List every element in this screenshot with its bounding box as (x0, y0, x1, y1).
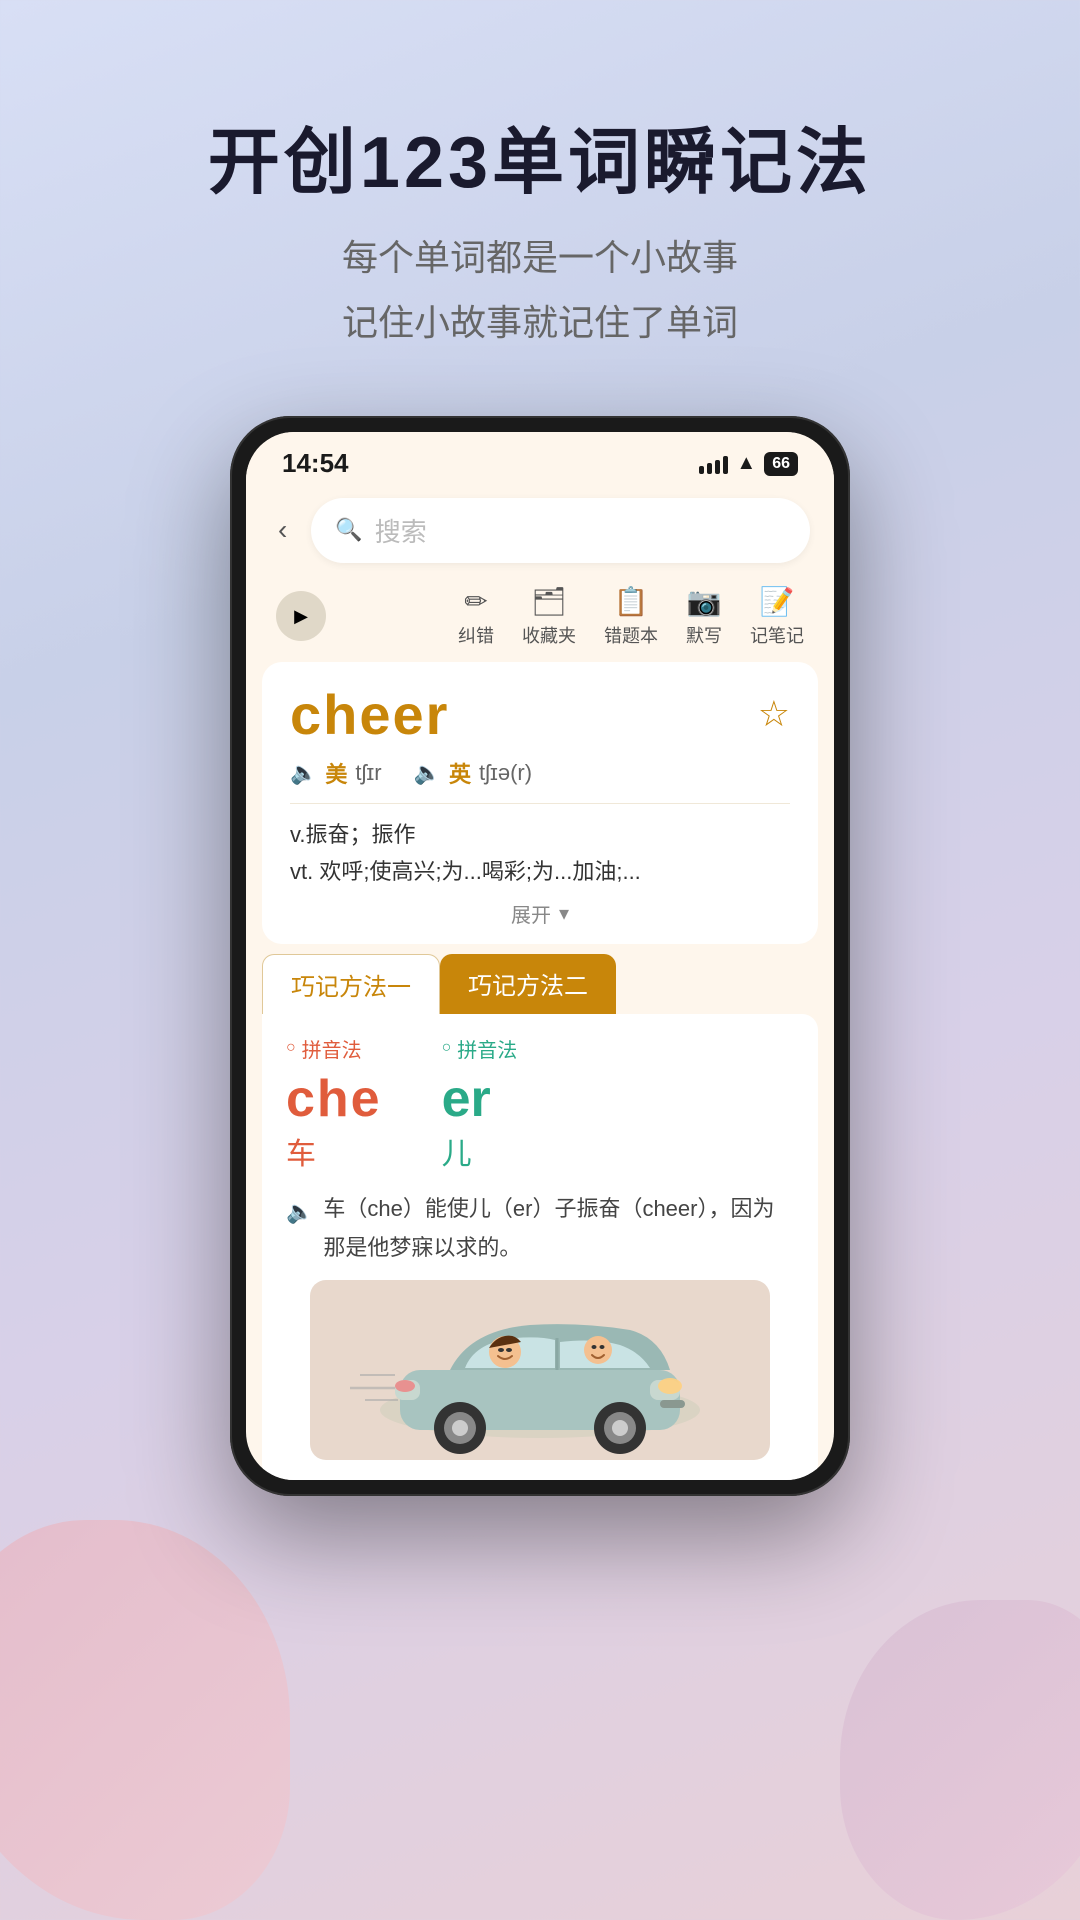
pinyin-syllable-che: che (286, 1069, 382, 1129)
wifi-icon: ▲ (736, 452, 756, 475)
toolbar-item-mistakes[interactable]: 📋 错题本 (604, 585, 658, 648)
memory-sentence: 🔈 车（che）能使儿（er）子振奋（cheer），因为那是他梦寐以求的。 (286, 1189, 794, 1268)
speaker-uk-icon[interactable]: 🔈 (414, 760, 441, 786)
pron-uk: 🔈 英 tʃɪə(r) (414, 757, 532, 789)
main-title: 开创123单词瞬记法 (0, 120, 1080, 206)
toolbar-item-correct[interactable]: ✏ 纠错 (458, 585, 494, 648)
illustration-area (310, 1280, 770, 1460)
pron-uk-label: 英 (449, 757, 471, 789)
play-icon: ▶ (294, 606, 308, 627)
header-section: 开创123单词瞬记法 每个单词都是一个小故事 记住小故事就记住了单词 (0, 0, 1080, 396)
toolbar-label-dictation: 默写 (686, 622, 722, 648)
signal-bars-icon (699, 454, 728, 474)
bg-decoration-left (0, 1520, 290, 1920)
toolbar: ▶ ✏ 纠错 🗂 收藏夹 📋 错题本 (246, 577, 834, 662)
toolbar-item-notes[interactable]: 📝 记笔记 (750, 585, 804, 648)
tab-method-one[interactable]: 巧记方法一 (262, 954, 440, 1014)
speaker-sentence-icon[interactable]: 🔈 (286, 1192, 313, 1232)
toolbar-label-favorites: 收藏夹 (522, 622, 576, 648)
toolbar-item-dictation[interactable]: 📷 默写 (686, 585, 722, 648)
pinyin-group-che: 拼音法 che 车 (286, 1034, 382, 1173)
pinyin-chinese-che: 车 (286, 1129, 316, 1173)
pinyin-row: 拼音法 che 车 拼音法 er 儿 (286, 1034, 794, 1173)
definition-line2: vt. 欢呼;使高兴;为...喝彩;为...加油;... (290, 853, 790, 890)
memory-card: 拼音法 che 车 拼音法 er 儿 (262, 1014, 818, 1480)
tab-method-two[interactable]: 巧记方法二 (440, 954, 616, 1014)
signal-bar-2 (707, 463, 712, 474)
search-area: ‹ 🔍 搜索 (246, 488, 834, 577)
status-bar: 14:54 ▲ 66 (246, 432, 834, 488)
toolbar-items: ✏ 纠错 🗂 收藏夹 📋 错题本 📷 默写 (342, 585, 804, 648)
pron-us: 🔈 美 tʃɪr (290, 757, 382, 789)
toolbar-label-mistakes: 错题本 (604, 622, 658, 648)
favorites-icon: 🗂 (531, 585, 567, 618)
back-button[interactable]: ‹ (270, 506, 295, 554)
correct-icon: ✏ (464, 585, 487, 618)
expand-button[interactable]: 展开 ▾ (290, 899, 790, 928)
tabs-section: 巧记方法一 巧记方法二 (262, 954, 818, 1014)
subtitle-line2: 记住小故事就记住了单词 (0, 291, 1080, 356)
toolbar-item-favorites[interactable]: 🗂 收藏夹 (522, 585, 576, 648)
pronunciation-row: 🔈 美 tʃɪr 🔈 英 tʃɪə(r) (290, 757, 790, 789)
definition-line1: v.振奋；振作 (290, 816, 790, 853)
search-bar[interactable]: 🔍 搜索 (311, 498, 810, 563)
word-header: cheer ☆ (290, 682, 790, 747)
status-time: 14:54 (282, 448, 349, 479)
phone-mockup: 14:54 ▲ 66 ‹ 🔍 (230, 416, 850, 1496)
signal-bar-3 (715, 460, 720, 474)
phone-container: 14:54 ▲ 66 ‹ 🔍 (0, 416, 1080, 1496)
pinyin-label-che: 拼音法 (286, 1034, 362, 1063)
chevron-down-icon: ▾ (559, 901, 569, 926)
signal-bar-1 (699, 466, 704, 474)
speaker-us-icon[interactable]: 🔈 (290, 760, 317, 786)
bg-decoration-right (840, 1600, 1080, 1920)
mistakes-icon: 📋 (614, 585, 649, 618)
word-title: cheer (290, 682, 449, 747)
search-input[interactable]: 搜索 (375, 512, 427, 549)
pinyin-group-er: 拼音法 er 儿 (442, 1034, 518, 1173)
subtitle-line1: 每个单词都是一个小故事 (0, 226, 1080, 291)
toolbar-label-notes: 记笔记 (750, 622, 804, 648)
battery-icon: 66 (764, 452, 798, 476)
pinyin-chinese-er: 儿 (442, 1129, 472, 1173)
pinyin-label-er: 拼音法 (442, 1034, 518, 1063)
subtitle: 每个单词都是一个小故事 记住小故事就记住了单词 (0, 226, 1080, 356)
pron-us-label: 美 (325, 757, 347, 789)
notes-icon: 📝 (760, 585, 795, 618)
pron-uk-ipa: tʃɪə(r) (479, 760, 532, 786)
status-icons: ▲ 66 (699, 452, 798, 476)
expand-label: 展开 (511, 899, 551, 928)
phone-screen: 14:54 ▲ 66 ‹ 🔍 (246, 432, 834, 1480)
play-button[interactable]: ▶ (276, 591, 326, 641)
definition-section: v.振奋；振作 vt. 欢呼;使高兴;为...喝彩;为...加油;... 展开 … (290, 803, 790, 928)
dictation-icon: 📷 (687, 585, 722, 618)
signal-bar-4 (723, 456, 728, 474)
car-svg (310, 1280, 770, 1460)
word-card: cheer ☆ 🔈 美 tʃɪr 🔈 英 tʃɪə(r) (262, 662, 818, 944)
search-icon: 🔍 (335, 517, 362, 543)
star-button[interactable]: ☆ (758, 693, 790, 735)
pinyin-syllable-er: er (442, 1069, 491, 1129)
pron-us-ipa: tʃɪr (355, 760, 381, 786)
toolbar-label-correct: 纠错 (458, 622, 494, 648)
memory-sentence-text: 车（che）能使儿（er）子振奋（cheer），因为那是他梦寐以求的。 (323, 1189, 794, 1268)
definition-text: v.振奋；振作 vt. 欢呼;使高兴;为...喝彩;为...加油;... (290, 816, 790, 891)
